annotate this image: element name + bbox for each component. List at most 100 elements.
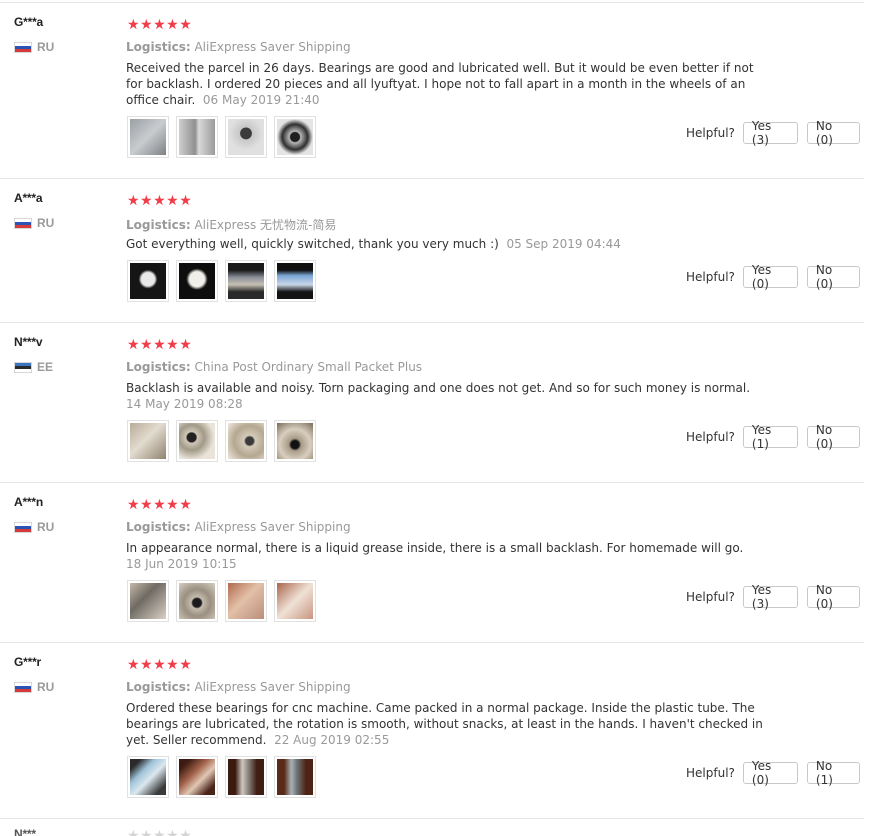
helpful-label: Helpful? <box>686 430 735 444</box>
review-item-partial: N*** ★★★★★ <box>0 819 864 836</box>
review-photos <box>127 260 323 302</box>
reviewer-country: RU <box>14 40 54 54</box>
review-text: Backlash is available and noisy. Torn pa… <box>126 380 766 412</box>
review-photo-thumbnail[interactable] <box>225 420 267 462</box>
logistics-label: Logistics: <box>126 680 191 694</box>
review-photos <box>127 420 323 462</box>
review-photo-thumbnail[interactable] <box>127 260 169 302</box>
review-text: Received the parcel in 26 days. Bearings… <box>126 60 766 108</box>
review-photos <box>127 756 323 798</box>
helpful-vote: Helpful? Yes (0) No (1) <box>686 759 869 787</box>
russia-flag-icon <box>14 217 32 229</box>
reviewer-name: G***r <box>14 655 42 669</box>
review-photo-thumbnail[interactable] <box>225 580 267 622</box>
review-body: In appearance normal, there is a liquid … <box>126 541 744 555</box>
helpful-no-button[interactable]: No (0) <box>806 263 860 291</box>
helpful-yes-button[interactable]: Yes (1) <box>742 423 798 451</box>
logistics-info: Logistics: AliExpress 无忧物流-简易 <box>126 216 336 233</box>
country-code: RU <box>37 216 55 230</box>
russia-flag-icon <box>14 41 32 53</box>
helpful-vote: Helpful? Yes (3) No (0) <box>686 583 869 611</box>
review-photo-thumbnail[interactable] <box>176 260 218 302</box>
review-body: Got everything well, quickly switched, t… <box>126 237 499 251</box>
review-date: 14 May 2019 08:28 <box>126 397 243 411</box>
review-text: In appearance normal, there is a liquid … <box>126 540 766 572</box>
review-date: 05 Sep 2019 04:44 <box>506 237 621 251</box>
review-photo-thumbnail[interactable] <box>176 580 218 622</box>
review-photo-thumbnail[interactable] <box>176 420 218 462</box>
logistics-label: Logistics: <box>126 360 191 374</box>
logistics-info: Logistics: China Post Ordinary Small Pac… <box>126 360 422 374</box>
russia-flag-icon <box>14 521 32 533</box>
review-photo-thumbnail[interactable] <box>274 116 316 158</box>
logistics-label: Logistics: <box>126 218 191 232</box>
review-item: A***a RU ★★★★★ Logistics: AliExpress 无忧物… <box>0 179 864 323</box>
review-body: Ordered these bearings for cnc machine. … <box>126 701 763 747</box>
review-item: N***v EE ★★★★★ Logistics: China Post Ord… <box>0 323 864 483</box>
russia-flag-icon <box>14 681 32 693</box>
helpful-no-button[interactable]: No (0) <box>806 423 860 451</box>
estonia-flag-icon <box>14 361 32 373</box>
reviewer-country: EE <box>14 360 53 374</box>
logistics-value: AliExpress 无忧物流-简易 <box>194 218 337 232</box>
review-photo-thumbnail[interactable] <box>274 580 316 622</box>
logistics-info: Logistics: AliExpress Saver Shipping <box>126 520 351 534</box>
review-photo-thumbnail[interactable] <box>225 116 267 158</box>
logistics-label: Logistics: <box>126 520 191 534</box>
review-photos <box>127 580 323 622</box>
reviewer-country: RU <box>14 680 54 694</box>
review-text: Got everything well, quickly switched, t… <box>126 236 766 252</box>
country-code: EE <box>37 360 54 374</box>
helpful-label: Helpful? <box>686 270 735 284</box>
helpful-no-button[interactable]: No (1) <box>806 759 860 787</box>
review-photo-thumbnail[interactable] <box>127 116 169 158</box>
review-text: Ordered these bearings for cnc machine. … <box>126 700 766 748</box>
helpful-yes-button[interactable]: Yes (3) <box>742 119 798 147</box>
country-code: RU <box>37 680 55 694</box>
helpful-label: Helpful? <box>686 126 735 140</box>
review-photo-thumbnail[interactable] <box>225 260 267 302</box>
reviewer-name: A***n <box>14 495 44 509</box>
logistics-label: Logistics: <box>126 40 191 54</box>
review-photo-thumbnail[interactable] <box>274 420 316 462</box>
review-photos <box>127 116 323 158</box>
helpful-vote: Helpful? Yes (1) No (0) <box>686 423 869 451</box>
helpful-vote: Helpful? Yes (0) No (0) <box>686 263 869 291</box>
logistics-info: Logistics: AliExpress Saver Shipping <box>126 40 351 54</box>
reviewer-name: N***v <box>14 335 43 349</box>
reviewer-country: RU <box>14 520 54 534</box>
star-rating: ★★★★★ <box>127 193 193 209</box>
review-date: 18 Jun 2019 10:15 <box>126 557 237 571</box>
star-rating: ★★★★★ <box>127 497 193 513</box>
star-rating: ★★★★★ <box>127 828 193 836</box>
review-photo-thumbnail[interactable] <box>127 420 169 462</box>
country-code: RU <box>37 520 55 534</box>
review-photo-thumbnail[interactable] <box>176 116 218 158</box>
review-item: G***a RU ★★★★★ Logistics: AliExpress Sav… <box>0 3 864 179</box>
helpful-yes-button[interactable]: Yes (0) <box>742 263 798 291</box>
review-photo-thumbnail[interactable] <box>176 756 218 798</box>
star-rating: ★★★★★ <box>127 657 193 673</box>
helpful-no-button[interactable]: No (0) <box>806 583 860 611</box>
review-photo-thumbnail[interactable] <box>127 580 169 622</box>
star-rating: ★★★★★ <box>127 17 193 33</box>
logistics-value: China Post Ordinary Small Packet Plus <box>194 360 423 374</box>
logistics-info: Logistics: AliExpress Saver Shipping <box>126 680 351 694</box>
logistics-value: AliExpress Saver Shipping <box>194 40 351 54</box>
helpful-yes-button[interactable]: Yes (3) <box>742 583 798 611</box>
review-date: 06 May 2019 21:40 <box>202 93 320 107</box>
logistics-value: AliExpress Saver Shipping <box>194 520 351 534</box>
helpful-yes-button[interactable]: Yes (0) <box>742 759 798 787</box>
helpful-vote: Helpful? Yes (3) No (0) <box>686 119 869 147</box>
review-body: Backlash is available and noisy. Torn pa… <box>126 381 751 395</box>
star-rating: ★★★★★ <box>127 337 193 353</box>
review-photo-thumbnail[interactable] <box>274 756 316 798</box>
review-photo-thumbnail[interactable] <box>225 756 267 798</box>
reviewer-name: N*** <box>14 827 36 836</box>
helpful-no-button[interactable]: No (0) <box>806 119 860 147</box>
helpful-label: Helpful? <box>686 766 735 780</box>
review-photo-thumbnail[interactable] <box>274 260 316 302</box>
reviewer-name: A***a <box>14 191 43 205</box>
logistics-value: AliExpress Saver Shipping <box>194 680 351 694</box>
review-photo-thumbnail[interactable] <box>127 756 169 798</box>
